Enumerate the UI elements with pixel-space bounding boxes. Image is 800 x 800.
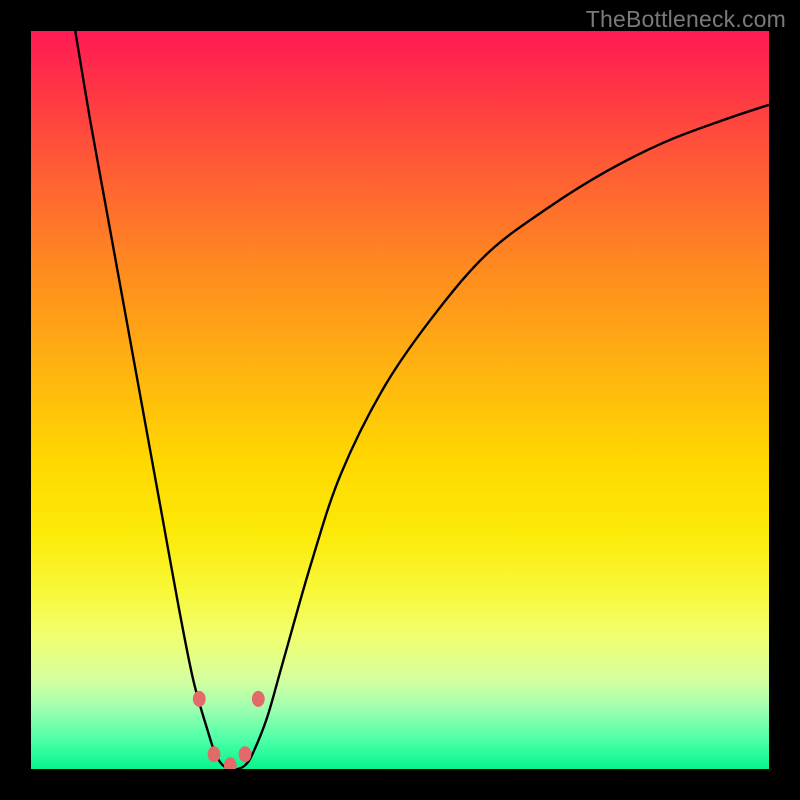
curve-marker — [208, 746, 221, 762]
chart-frame: TheBottleneck.com — [0, 0, 800, 800]
plot-area — [31, 31, 769, 769]
curve-marker — [239, 746, 252, 762]
curve-layer — [31, 31, 769, 769]
curve-marker — [252, 691, 265, 707]
bottleneck-curve — [75, 31, 769, 769]
marker-group — [193, 691, 265, 769]
curve-marker — [193, 691, 206, 707]
curve-marker — [224, 757, 237, 769]
watermark-label: TheBottleneck.com — [586, 6, 786, 33]
curve-path — [75, 31, 769, 769]
